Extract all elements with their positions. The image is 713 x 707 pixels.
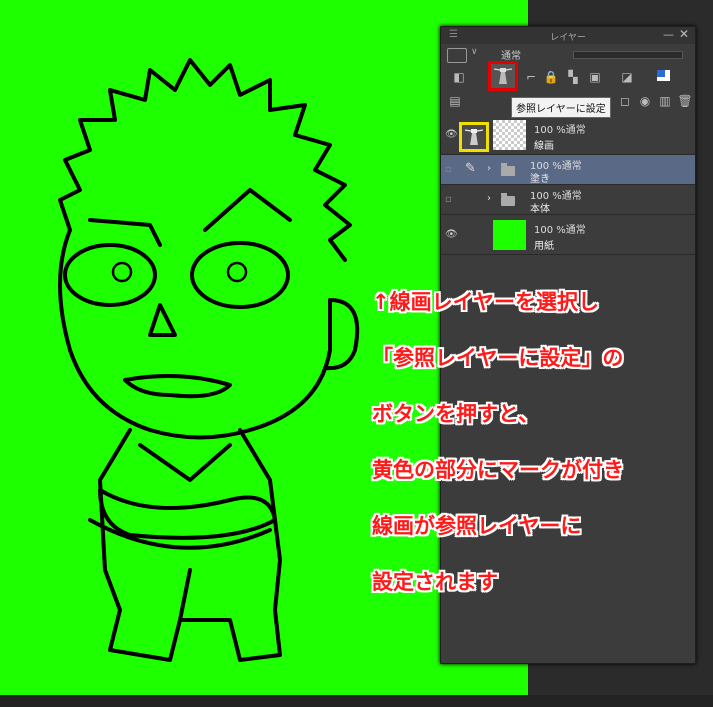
lock-transparent-icon[interactable]: ▚ — [565, 69, 581, 85]
layer-property-row: ∨ 通常 — [441, 44, 695, 65]
eye-icon[interactable]: 👁 — [445, 229, 458, 240]
canvas-bottom-bar — [0, 695, 713, 707]
annotation-line-5: 線画が参照レイヤーに — [372, 514, 582, 538]
annotation-line-6: 設定されます — [372, 570, 498, 594]
annotation-line-3: ボタンを押すと、 — [372, 402, 540, 426]
reference-layer-marker — [459, 122, 489, 152]
layer-row-paper[interactable]: 👁 100 %通常 用紙 — [441, 215, 695, 255]
annotation-line-1: ↑線画レイヤーを選択し — [372, 290, 599, 314]
palette-color-icon[interactable]: ◪ — [619, 69, 635, 85]
chevron-down-icon[interactable]: ∨ — [471, 47, 478, 57]
folder-icon — [501, 193, 515, 206]
raster-layer-icon[interactable]: ◻ — [617, 93, 633, 109]
eye-hidden-icon[interactable]: ▫ — [445, 194, 452, 205]
mask-layer-icon[interactable]: ◉ — [637, 93, 653, 109]
chevron-right-icon[interactable]: › — [487, 163, 491, 174]
set-reference-layer-button[interactable] — [488, 61, 518, 91]
layer-panel-titlebar: ☰ レイヤー — ✕ — [441, 27, 695, 44]
draft-layer-icon[interactable]: ▣ — [587, 69, 603, 85]
annotation-line-2: 「参照レイヤーに設定」の — [372, 346, 624, 370]
pen-icon: ✎ — [465, 161, 476, 176]
layer-name: 用紙 — [534, 241, 554, 252]
blend-mode-select[interactable]: 通常 — [501, 47, 561, 62]
chevron-right-icon[interactable]: › — [487, 193, 491, 204]
layer-color-button[interactable] — [447, 48, 467, 63]
reference-layer-tooltip: 参照レイヤーに設定 — [511, 97, 611, 118]
layer-color-swatch-icon[interactable] — [655, 69, 671, 85]
lighthouse-icon — [493, 68, 513, 84]
layer-opacity-mode: 100 %通常 — [534, 225, 586, 236]
trash-icon[interactable]: 🗑 — [677, 93, 693, 109]
annotation-line-4: 黄色の部分にマークが付き — [372, 458, 624, 482]
clip-icon[interactable]: ⌐ — [523, 69, 539, 85]
layer-name: 塗き — [530, 174, 550, 185]
close-icon[interactable]: ✕ — [679, 27, 689, 41]
eye-hidden-icon[interactable]: ▫ — [445, 164, 452, 175]
layer-name: 線画 — [534, 141, 554, 152]
layer-row-folder-hontai[interactable]: ▫ › 100 %通常 本体 — [441, 185, 695, 215]
opacity-slider[interactable] — [573, 51, 683, 59]
new-folder-icon[interactable]: ▥ — [657, 93, 673, 109]
lock-icon[interactable]: 🔒 — [543, 69, 559, 85]
layer-list-icon[interactable]: ▤ — [447, 93, 463, 109]
folder-icon — [501, 163, 515, 176]
layer-toolbar: ◧ ⌐ 🔒 ▚ ▣ ◪ — [441, 65, 695, 89]
layer-thumbnail — [493, 220, 526, 250]
layer-thumbnail — [493, 120, 526, 150]
layer-name: 本体 — [530, 204, 550, 215]
mask-icon[interactable]: ◧ — [451, 69, 467, 85]
layer-opacity-mode: 100 %通常 — [534, 125, 586, 136]
lighthouse-icon — [464, 129, 484, 145]
layer-row-folder-nuri[interactable]: ▫ ✎ › 100 %通常 塗き — [441, 155, 695, 185]
character-lineart — [58, 58, 360, 662]
panel-title: レイヤー — [550, 33, 586, 43]
minimize-icon[interactable]: — — [663, 28, 674, 41]
eye-icon[interactable]: 👁 — [445, 129, 458, 140]
